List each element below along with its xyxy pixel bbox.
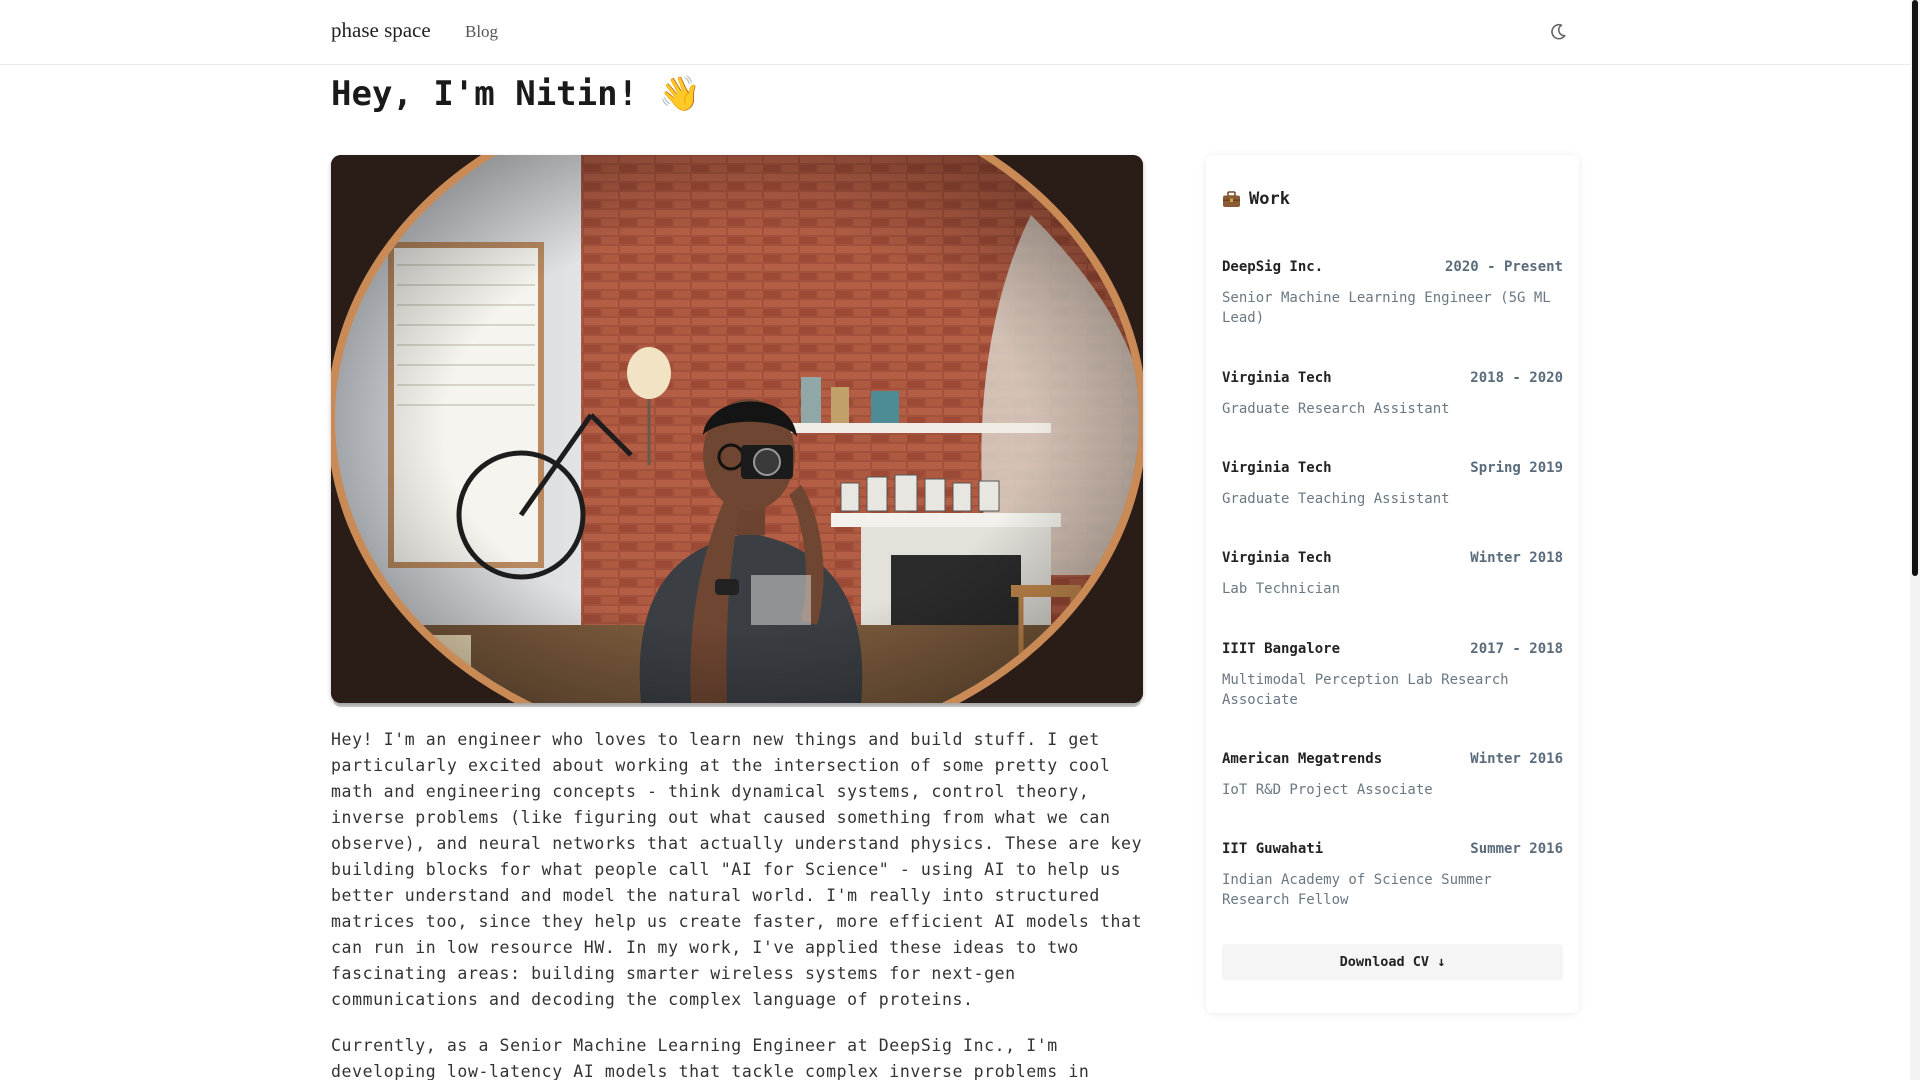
page-title: Hey, I'm Nitin! 👋	[331, 74, 701, 114]
job-entry: Virginia Tech Spring 2019 Graduate Teachi…	[1222, 460, 1563, 509]
moon-icon	[1551, 23, 1566, 40]
profile-photo	[331, 155, 1143, 703]
work-heading: Work	[1222, 189, 1290, 209]
dark-mode-toggle[interactable]	[1548, 22, 1568, 42]
nav-link-blog[interactable]: Blog	[465, 22, 498, 42]
job-org: Virginia Tech	[1222, 460, 1332, 476]
bio-paragraph: Currently, as a Senior Machine Learning …	[331, 1036, 1090, 1080]
job-entry: IIIT Bangalore 2017 - 2018 Multimodal Per…	[1222, 641, 1563, 710]
job-date: Spring 2019	[1470, 460, 1563, 476]
job-role: Graduate Research Assistant	[1222, 401, 1450, 417]
job-role: Indian Academy of Science Summer Researc…	[1222, 872, 1492, 908]
bio-section: Hey! I'm an engineer who loves to learn …	[331, 727, 1143, 1080]
job-org: American Megatrends	[1222, 751, 1383, 767]
job-entry: Virginia Tech 2018 - 2020 Graduate Resear…	[1222, 370, 1563, 419]
job-org: Virginia Tech	[1222, 550, 1332, 566]
job-date: 2018 - 2020	[1470, 370, 1563, 386]
job-entry: American Megatrends Winter 2016 IoT R&D P…	[1222, 751, 1563, 800]
job-org: IIIT Bangalore	[1222, 641, 1341, 657]
job-date: Winter 2016	[1470, 751, 1563, 767]
job-role: IoT R&D Project Associate	[1222, 782, 1433, 798]
job-date: Winter 2018	[1470, 550, 1563, 566]
job-role: Multimodal Perception Lab Research Assoc…	[1222, 672, 1509, 708]
work-heading-label: Work	[1249, 189, 1290, 209]
job-org: Virginia Tech	[1222, 370, 1332, 386]
job-entry: DeepSig Inc. 2020 - Present Senior Machin…	[1222, 259, 1563, 328]
job-entry: Virginia Tech Winter 2018 Lab Technician	[1222, 550, 1563, 599]
bio-paragraph: Hey! I'm an engineer who loves to learn …	[331, 730, 1143, 1009]
job-role: Senior Machine Learning Engineer (5G ML …	[1222, 290, 1551, 326]
job-date: Summer 2016	[1470, 841, 1563, 857]
work-card: Work DeepSig Inc. 2020 - Present Senior M…	[1206, 155, 1579, 1013]
job-org: IIT Guwahati	[1222, 841, 1324, 857]
job-date: 2017 - 2018	[1470, 641, 1563, 657]
top-navbar: phase space Blog	[0, 0, 1910, 65]
job-entry: IIT Guwahati Summer 2016 Indian Academy o…	[1222, 841, 1563, 910]
job-role: Lab Technician	[1222, 581, 1341, 597]
site-brand-link[interactable]: phase space	[331, 18, 431, 43]
job-org: DeepSig Inc.	[1222, 259, 1324, 275]
job-role: Graduate Teaching Assistant	[1222, 491, 1450, 507]
download-cv-button[interactable]: Download CV ↓	[1222, 944, 1563, 980]
scrollbar-thumb[interactable]	[1912, 0, 1918, 576]
job-date: 2020 - Present	[1444, 259, 1563, 275]
briefcase-icon	[1223, 190, 1240, 207]
